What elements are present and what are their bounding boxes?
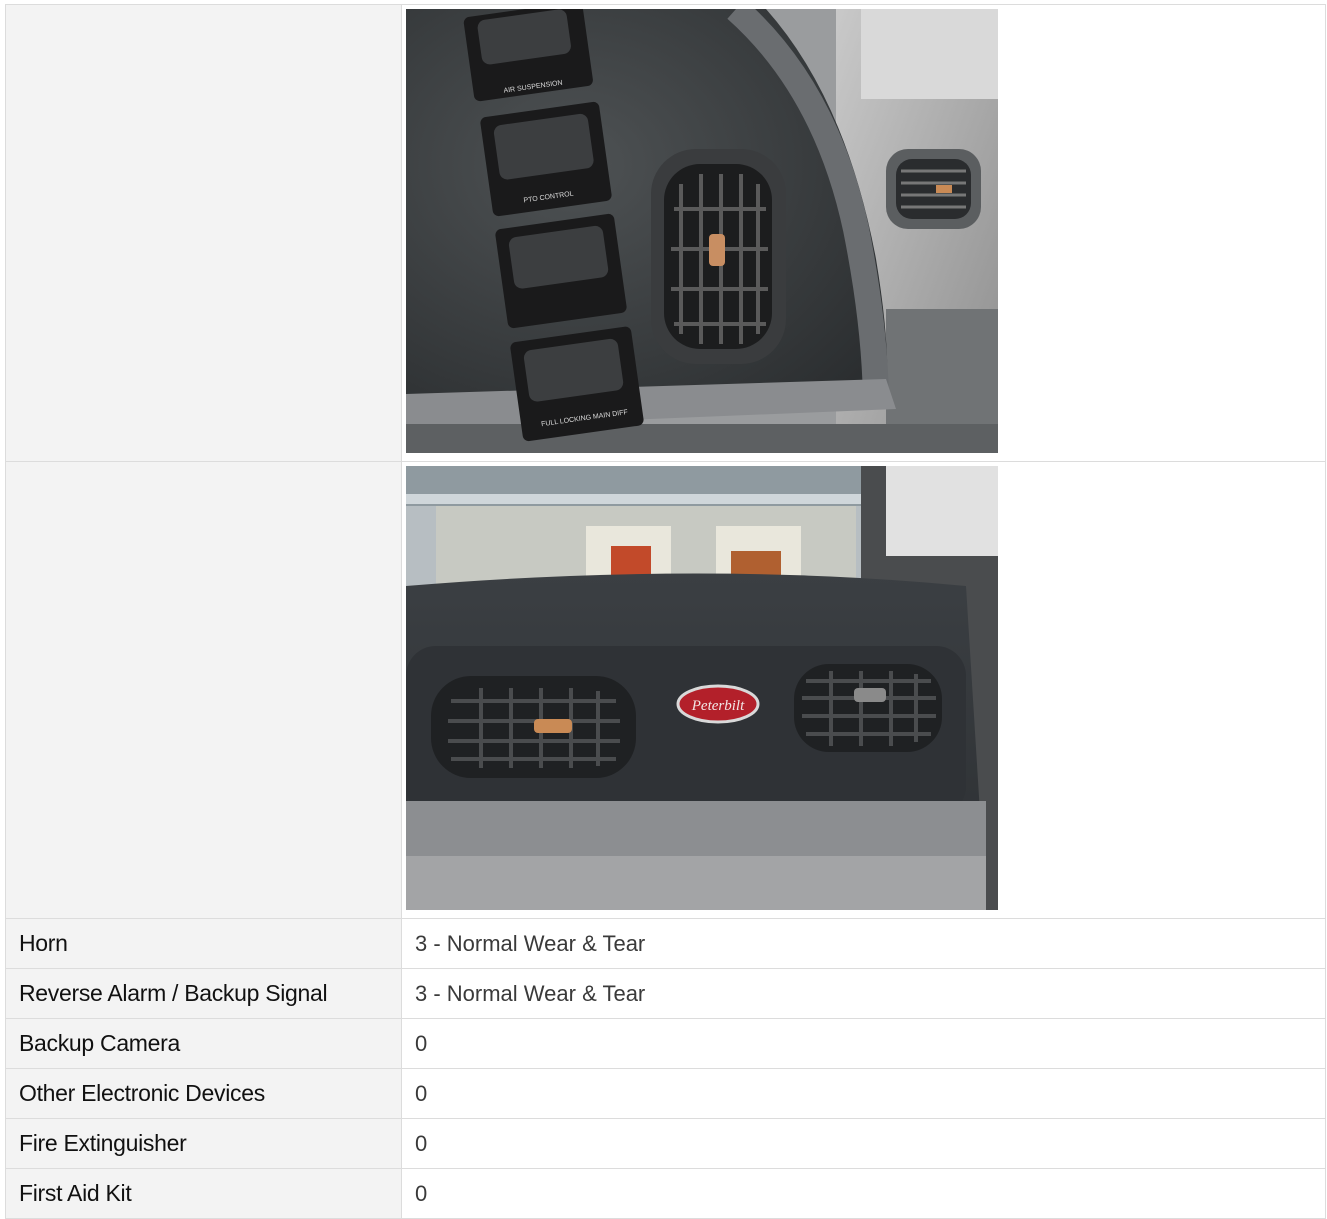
row-label: Other Electronic Devices — [5, 1068, 402, 1119]
photo-cell: AIR SUSPENSION PTO CONTROL FULL LOCKING … — [401, 4, 1326, 462]
table-row: Backup Camera 0 — [5, 1018, 1326, 1069]
row-value: 3 - Normal Wear & Tear — [401, 918, 1326, 969]
row-value: 0 — [401, 1168, 1326, 1219]
row-label: Horn — [5, 918, 402, 969]
row-value: 0 — [401, 1118, 1326, 1169]
photo-cell: Peterbilt — [401, 461, 1326, 919]
photo-label-cell — [5, 461, 402, 919]
row-value: 0 — [401, 1068, 1326, 1119]
inspection-table: AIR SUSPENSION PTO CONTROL FULL LOCKING … — [5, 4, 1326, 1219]
dashboard-vents-photo[interactable]: Peterbilt — [406, 466, 998, 910]
photo-row: AIR SUSPENSION PTO CONTROL FULL LOCKING … — [5, 4, 1326, 462]
switch-panel-photo[interactable]: AIR SUSPENSION PTO CONTROL FULL LOCKING … — [406, 9, 998, 453]
table-row: First Aid Kit 0 — [5, 1168, 1326, 1219]
row-label: Backup Camera — [5, 1018, 402, 1069]
row-label: First Aid Kit — [5, 1168, 402, 1219]
table-row: Horn 3 - Normal Wear & Tear — [5, 918, 1326, 969]
row-value: 0 — [401, 1018, 1326, 1069]
row-label: Fire Extinguisher — [5, 1118, 402, 1169]
row-label: Reverse Alarm / Backup Signal — [5, 968, 402, 1019]
table-row: Reverse Alarm / Backup Signal 3 - Normal… — [5, 968, 1326, 1019]
photo-label-cell — [5, 4, 402, 462]
row-value: 3 - Normal Wear & Tear — [401, 968, 1326, 1019]
table-row: Fire Extinguisher 0 — [5, 1118, 1326, 1169]
table-row: Other Electronic Devices 0 — [5, 1068, 1326, 1119]
photo-row: Peterbilt — [5, 461, 1326, 919]
peterbilt-logo: Peterbilt — [691, 698, 745, 714]
